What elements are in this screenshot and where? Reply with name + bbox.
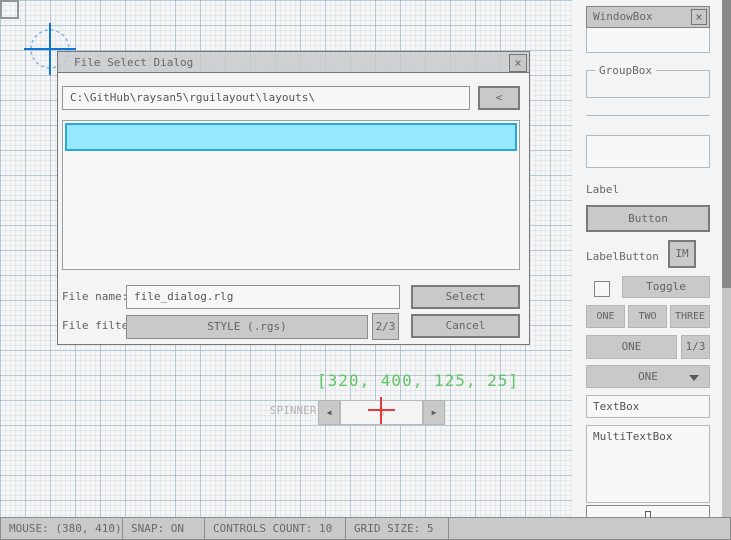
dialog-titlebar[interactable]: File Select Dialog ×	[57, 51, 530, 73]
select-button[interactable]: Select	[411, 285, 520, 309]
spinner-right-arrow-icon[interactable]: ▶	[423, 400, 445, 425]
status-grid-size: GRID SIZE: 5	[346, 518, 449, 539]
spinner-label: SPINNER	[270, 404, 316, 417]
file-filter-button[interactable]: STYLE (.rgs)	[126, 315, 368, 339]
status-snap: SNAP: ON	[123, 518, 205, 539]
chevron-down-icon	[689, 375, 699, 381]
palette-toggle[interactable]: Toggle	[622, 276, 710, 298]
palette-togglegroup-two[interactable]: TWO	[628, 305, 667, 328]
palette-scrollbar-thumb[interactable]	[722, 0, 731, 288]
controls-palette: WindowBox × GroupBox Label Button LabelB…	[572, 0, 731, 517]
palette-valuebox[interactable]	[586, 505, 710, 517]
placement-rect-info: [320, 400, 125, 25]	[317, 371, 519, 390]
file-select-dialog[interactable]: File Select Dialog × C:\GitHub\raysan5\r…	[57, 51, 530, 345]
origin-marker	[0, 0, 19, 19]
palette-togglegroup-three[interactable]: THREE	[670, 305, 710, 328]
palette-imagebutton[interactable]: IM	[668, 240, 696, 268]
palette-dropdownbox[interactable]: ONE	[586, 365, 710, 388]
selected-list-item[interactable]	[65, 123, 517, 151]
palette-togglegroup-one[interactable]: ONE	[586, 305, 625, 328]
back-button[interactable]: <	[478, 86, 520, 110]
palette-combobox-counter[interactable]: 1/3	[681, 335, 710, 359]
dialog-title: File Select Dialog	[74, 52, 193, 74]
status-filler	[449, 518, 730, 539]
cursor-crosshair-icon	[368, 397, 395, 424]
palette-button[interactable]: Button	[586, 205, 710, 232]
status-mouse: MOUSE: (380, 410)	[1, 518, 123, 539]
path-textbox[interactable]: C:\GitHub\raysan5\rguilayout\layouts\	[62, 86, 470, 110]
palette-label[interactable]: Label	[586, 183, 710, 196]
design-canvas[interactable]: File Select Dialog × C:\GitHub\raysan5\r…	[0, 0, 572, 517]
file-listview[interactable]	[62, 120, 520, 270]
close-icon: ×	[691, 9, 707, 25]
windowbox-title: WindowBox	[593, 7, 653, 27]
spinner-left-arrow-icon[interactable]: ◀	[318, 400, 340, 425]
palette-panel[interactable]	[586, 135, 710, 168]
windowbox-body	[586, 28, 710, 53]
palette-groupbox[interactable]: GroupBox	[586, 70, 710, 98]
palette-multitextbox[interactable]: MultiTextBox	[586, 425, 710, 503]
file-name-textbox[interactable]: file_dialog.rlg	[126, 285, 400, 309]
palette-scrollbar[interactable]	[722, 0, 731, 517]
palette-textbox[interactable]: TextBox	[586, 395, 710, 418]
palette-line[interactable]	[586, 115, 710, 116]
close-icon[interactable]: ×	[509, 54, 527, 72]
palette-windowbox[interactable]: WindowBox ×	[586, 6, 710, 53]
windowbox-titlebar: WindowBox ×	[586, 6, 710, 28]
status-controls-count: CONTROLS COUNT: 10	[205, 518, 346, 539]
groupbox-label: GroupBox	[595, 64, 656, 77]
palette-combobox[interactable]: ONE	[586, 335, 677, 359]
filter-index-button[interactable]: 2/3	[372, 313, 399, 340]
status-bar: MOUSE: (380, 410) SNAP: ON CONTROLS COUN…	[0, 517, 731, 540]
file-name-label: File name:	[62, 285, 128, 309]
dropdown-selected-value: ONE	[638, 370, 658, 383]
palette-checkbox[interactable]	[594, 281, 610, 297]
cancel-button[interactable]: Cancel	[411, 314, 520, 338]
